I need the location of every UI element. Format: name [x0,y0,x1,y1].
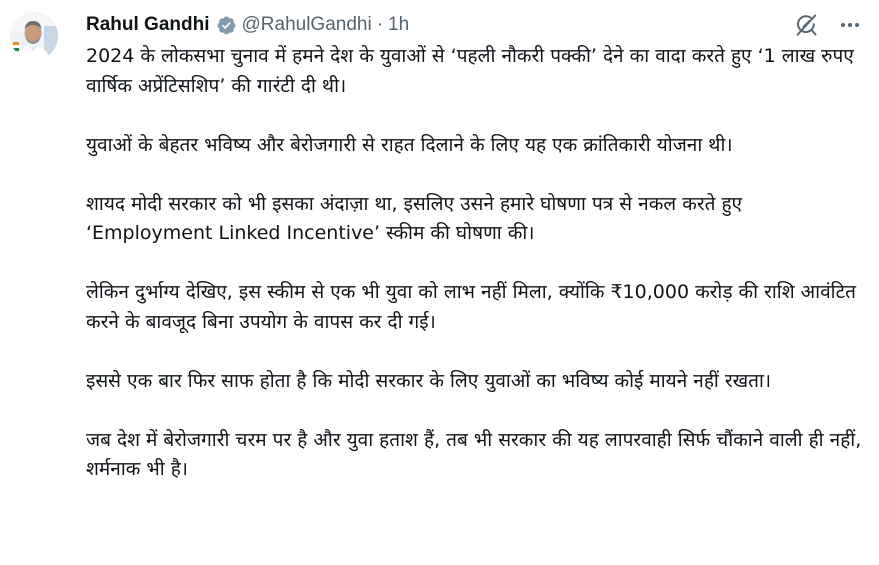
more-options-icon[interactable] [835,10,865,40]
header-separator: · [376,14,384,35]
tweet-text: 2024 के लोकसभा चुनाव में हमने देश के युव… [86,42,870,485]
grok-icon[interactable] [791,10,821,40]
tweet-actions [791,10,865,40]
tweet-paragraph: 2024 के लोकसभा चुनाव में हमने देश के युव… [86,45,854,97]
tweet-header: Rahul Gandhi @RahulGandhi · 1h [86,12,409,38]
author-display-name[interactable]: Rahul Gandhi [86,14,210,36]
tweet-paragraph: इससे एक बार फिर साफ होता है कि मोदी सरका… [86,369,772,392]
tweet-card[interactable]: Rahul Gandhi @RahulGandhi · 1h 2024 के ल… [0,0,879,565]
avatar[interactable] [10,12,58,60]
avatar-image [10,12,58,60]
tweet-paragraph: शायद मोदी सरकार को भी इसका अंदाज़ा था, इ… [86,192,743,245]
tweet-paragraph: जब देश में बेरोजगारी चरम पर है और युवा ह… [86,428,862,481]
tweet-timestamp[interactable]: 1h [388,14,409,36]
tweet-paragraph: लेकिन दुर्भाग्य देखिए, इस स्कीम से एक भी… [86,281,856,333]
author-handle[interactable]: @RahulGandhi [242,14,372,36]
verified-badge-icon[interactable] [216,15,237,36]
tweet-paragraph: युवाओं के बेहतर भविष्य और बेरोजगारी से र… [86,133,733,156]
